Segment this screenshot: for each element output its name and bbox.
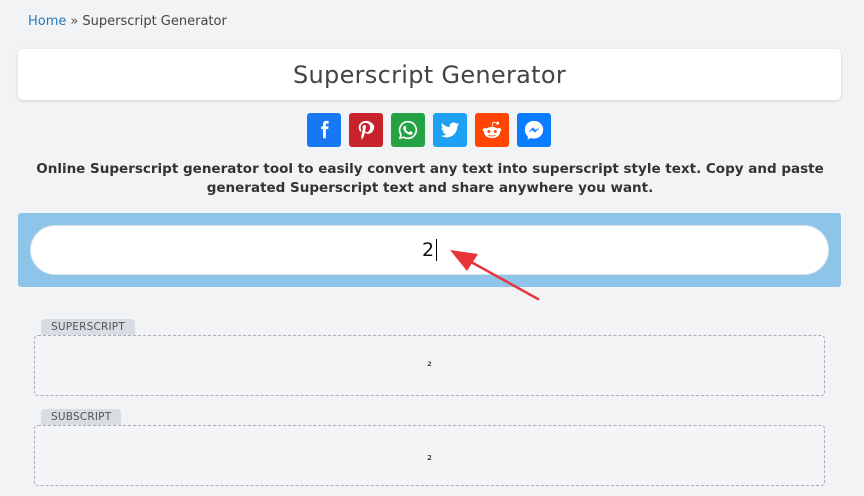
facebook-icon	[321, 120, 329, 139]
reddit-share-button[interactable]	[475, 113, 509, 147]
tool-description: Online Superscript generator tool to eas…	[36, 161, 824, 196]
subscript-output-block: SUBSCRIPT ₂	[34, 405, 825, 486]
subscript-label: SUBSCRIPT	[41, 409, 122, 425]
whatsapp-icon	[398, 120, 418, 140]
superscript-output-block: SUPERSCRIPT ²	[34, 315, 825, 396]
share-buttons	[307, 113, 551, 147]
subscript-output[interactable]: ₂	[34, 425, 825, 486]
twitter-icon	[440, 122, 460, 138]
pinterest-icon	[358, 120, 375, 140]
pinterest-share-button[interactable]	[349, 113, 383, 147]
messenger-icon	[524, 120, 544, 140]
breadcrumb-home-link[interactable]: Home	[28, 14, 66, 29]
messenger-share-button[interactable]	[517, 113, 551, 147]
text-input[interactable]: 2	[30, 225, 829, 275]
whatsapp-share-button[interactable]	[391, 113, 425, 147]
annotation-arrow	[450, 250, 540, 301]
facebook-share-button[interactable]	[307, 113, 341, 147]
superscript-label: SUPERSCRIPT	[41, 319, 135, 335]
title-card: Superscript Generator	[18, 49, 841, 100]
input-value: 2	[421, 239, 435, 261]
breadcrumb: Home » Superscript Generator	[28, 14, 227, 29]
page-title: Superscript Generator	[293, 60, 566, 89]
breadcrumb-separator: »	[70, 14, 79, 29]
breadcrumb-current: Superscript Generator	[82, 14, 227, 29]
text-cursor	[436, 239, 438, 261]
reddit-icon	[482, 121, 502, 139]
input-panel: 2	[18, 213, 841, 287]
superscript-output[interactable]: ²	[34, 335, 825, 396]
twitter-share-button[interactable]	[433, 113, 467, 147]
